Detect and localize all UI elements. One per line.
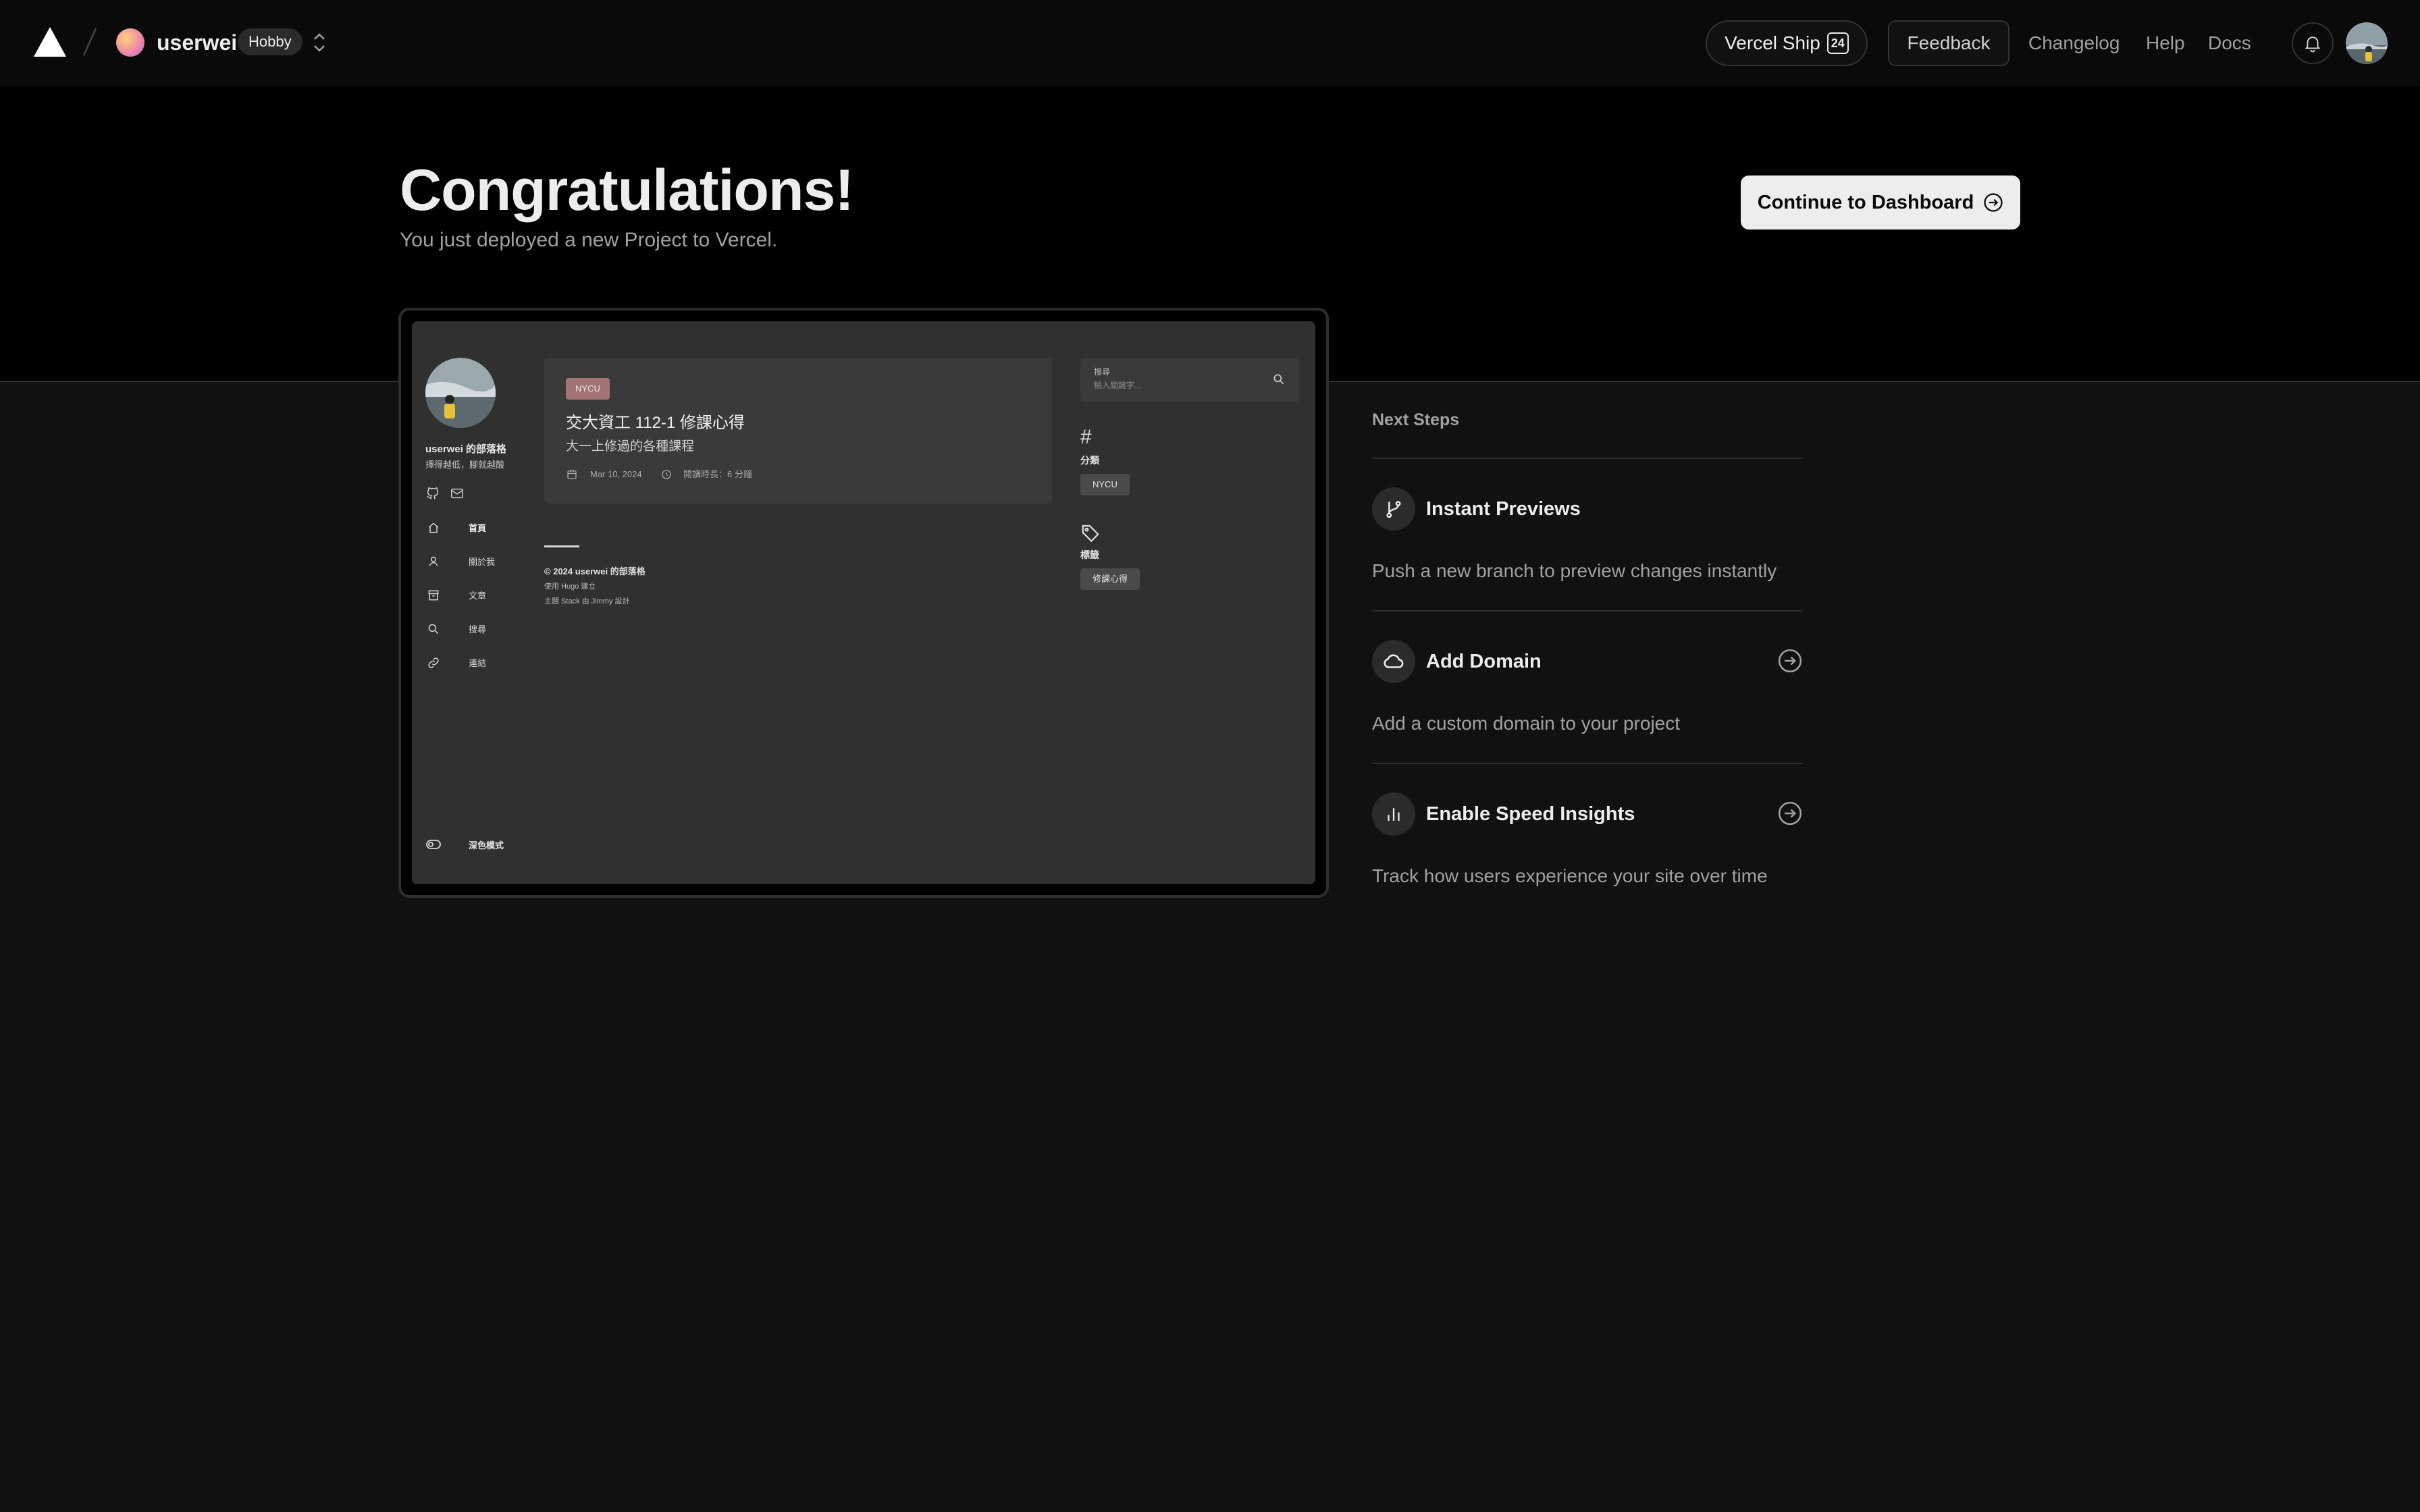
preview-post-date: Mar 10, 2024 — [590, 469, 642, 479]
preview-footer-built-with: 使用 Hugo 建立 — [544, 583, 596, 591]
user-avatar[interactable] — [2346, 22, 2388, 64]
arrow-right-circle-icon[interactable] — [1777, 801, 1803, 826]
preview-post-subtitle: 大一上修過的各種課程 — [566, 439, 695, 454]
hashtag-icon: # — [1080, 426, 1092, 448]
preview-post-card: NYCU 交大資工 112-1 修課心得 大一上修過的各種課程 Mar 10, … — [544, 358, 1052, 504]
next-step-add-domain-desc: Add a custom domain to your project — [1372, 713, 1681, 734]
next-step-instant-previews-title[interactable]: Instant Previews — [1426, 495, 1581, 522]
arrow-right-circle-icon[interactable] — [1777, 648, 1803, 674]
next-step-icon-instant-previews — [1372, 487, 1415, 531]
vercel-ship-badge: 24 — [1826, 32, 1849, 54]
arrow-right-circle-icon — [1984, 193, 2003, 212]
bell-icon — [2305, 36, 2321, 53]
next-step-icon-speed-insights — [1372, 792, 1415, 836]
next-step-speed-insights-title[interactable]: Enable Speed Insights — [1426, 801, 1635, 828]
chevron-up-down-icon[interactable] — [311, 30, 328, 55]
top-bar: userwei Hobby Vercel Ship 24 Feedback Ch… — [0, 0, 2420, 86]
preview-search-label: 搜尋 — [1094, 367, 1111, 377]
next-step-icon-add-domain — [1372, 640, 1415, 683]
team-name[interactable]: userwei — [157, 27, 237, 58]
continue-to-dashboard-button[interactable]: Continue to Dashboard — [1741, 176, 2020, 230]
next-steps-divider — [1372, 763, 1803, 764]
toggle-icon — [426, 840, 441, 849]
mail-icon — [451, 488, 463, 499]
git-branch-icon — [1386, 501, 1401, 518]
vercel-logo-icon[interactable] — [32, 26, 68, 58]
clock-icon — [662, 470, 671, 479]
team-avatar[interactable] — [116, 28, 144, 57]
search-icon — [428, 624, 439, 634]
preview-tag-chip: 修課心得 — [1080, 568, 1140, 590]
next-step-add-domain-title[interactable]: Add Domain — [1426, 648, 1542, 675]
plan-badge: Hobby — [238, 28, 302, 55]
user-avatar-image-icon — [2346, 22, 2388, 64]
tag-icon — [1082, 524, 1099, 543]
breadcrumb-separator-icon — [82, 28, 97, 56]
github-icon — [427, 487, 439, 500]
preview-nav-home: 首頁 — [469, 523, 487, 533]
preview-search-placeholder: 輸入關鍵字... — [1094, 381, 1142, 390]
cloud-icon — [1384, 654, 1404, 668]
notifications-button[interactable] — [2292, 22, 2334, 64]
search-icon — [1273, 374, 1284, 385]
preview-nav-search: 搜尋 — [469, 624, 487, 634]
home-icon — [428, 522, 439, 533]
preview-post-title: 交大資工 112-1 修課心得 — [566, 414, 745, 432]
preview-blog-avatar — [425, 358, 496, 428]
preview-footer-divider — [544, 545, 579, 547]
preview-nav-about: 關於我 — [469, 557, 496, 567]
preview-post-reading-time: 閱讀時長：6 分鐘 — [683, 469, 752, 479]
preview-blog-name: userwei 的部落格 — [425, 443, 507, 455]
preview-footer-copyright: © 2024 userwei 的部落格 — [544, 566, 646, 576]
page-title: Congratulations! — [400, 158, 854, 223]
user-icon — [429, 556, 438, 566]
next-steps-divider — [1372, 458, 1803, 459]
archive-icon — [428, 590, 439, 601]
bar-chart-icon — [1388, 808, 1400, 821]
next-step-speed-insights-desc: Track how users experience your site ove… — [1372, 865, 1768, 886]
feedback-button[interactable]: Feedback — [1888, 20, 2009, 66]
calendar-icon — [567, 470, 577, 479]
preview-category-chip: NYCU — [1080, 474, 1130, 495]
vercel-ship-button[interactable]: Vercel Ship 24 — [1706, 20, 1868, 66]
preview-dark-mode-label: 深色模式 — [469, 840, 504, 850]
preview-search-box: 搜尋 輸入關鍵字... — [1080, 358, 1299, 402]
vercel-ship-label: Vercel Ship — [1725, 32, 1820, 53]
link-icon — [428, 657, 439, 668]
preview-nav-links: 連結 — [469, 658, 487, 668]
help-link[interactable]: Help — [2146, 27, 2185, 59]
next-steps-divider — [1372, 610, 1803, 612]
preview-categories-title: 分類 — [1080, 455, 1099, 466]
preview-footer-theme: 主題 Stack 由 Jimmy 設計 — [544, 597, 630, 605]
docs-link[interactable]: Docs — [2208, 27, 2251, 59]
changelog-link[interactable]: Changelog — [2028, 27, 2120, 59]
deployment-screenshot: userwei 的部落格 擇得越低，腳就越酸 首頁 關於我 文章 搜尋 連結 N… — [412, 321, 1315, 884]
preview-blog-tagline: 擇得越低，腳就越酸 — [425, 460, 505, 470]
next-steps-heading: Next Steps — [1372, 410, 1460, 429]
next-step-instant-previews-desc: Push a new branch to preview changes ins… — [1372, 560, 1777, 581]
continue-label: Continue to Dashboard — [1757, 191, 1974, 213]
page-subtitle: You just deployed a new Project to Verce… — [400, 229, 778, 251]
preview-post-category-badge: NYCU — [566, 378, 610, 400]
preview-tags-title: 標籤 — [1080, 549, 1099, 560]
deployment-preview[interactable]: userwei 的部落格 擇得越低，腳就越酸 首頁 關於我 文章 搜尋 連結 N… — [398, 308, 1329, 898]
preview-nav-archive: 文章 — [469, 591, 487, 601]
